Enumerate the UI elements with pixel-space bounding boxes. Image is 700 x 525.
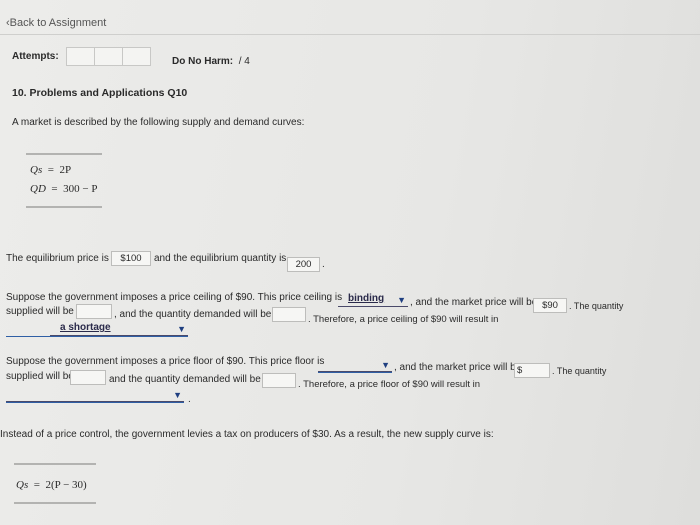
supply-equation: Qs = 2P [30, 164, 72, 176]
ceiling-text-3: . The quantity [569, 301, 624, 311]
demand-equation: QD = 300 − P [30, 183, 98, 195]
ceiling-result-underline [6, 336, 188, 337]
equilibrium-quantity-input[interactable]: 200 [287, 257, 320, 272]
floor-text-3: . The quantity [552, 366, 607, 376]
attempt-indicator-1 [66, 47, 95, 66]
attempts-label: Attempts: [12, 51, 59, 62]
equilibrium-price-input[interactable]: $100 [111, 251, 151, 266]
equilibrium-text-1: The equilibrium price is [6, 253, 109, 264]
equilibrium-text-2: and the equilibrium quantity is [154, 253, 287, 264]
tax-supply-equation: Qs = 2(P − 30) [16, 479, 87, 491]
assignment-page: ‹Back to Assignment Attempts: Do No Harm… [0, 0, 700, 525]
floor-text-4: supplied will be [6, 371, 74, 382]
do-no-harm-score: Do No Harm: / 4 [172, 56, 250, 67]
caret-down-icon: ▼ [397, 295, 406, 305]
ceiling-text-5: , and the quantity demanded will be [114, 309, 272, 320]
floor-binding-dropdown[interactable]: ▼ [318, 358, 392, 372]
ceiling-text-6: . Therefore, a price ceiling of $90 will… [308, 314, 499, 325]
tax-equation-bottom-rule [14, 502, 96, 504]
tax-equation-top-rule [14, 463, 96, 465]
floor-market-price-input[interactable]: $ [514, 363, 550, 378]
floor-period: . [188, 394, 191, 405]
attempt-indicator-3 [122, 47, 151, 66]
question-intro: A market is described by the following s… [12, 117, 305, 128]
ceiling-result-dropdown[interactable]: a shortage ▼ [50, 322, 188, 336]
floor-result-dropdown[interactable]: ▼ [6, 388, 184, 402]
floor-binding-underline [318, 372, 392, 373]
caret-down-icon: ▼ [173, 390, 182, 400]
ceiling-quantity-demanded-input[interactable] [272, 307, 306, 322]
question-title: 10. Problems and Applications Q10 [12, 87, 188, 99]
floor-quantity-demanded-input[interactable] [262, 373, 296, 388]
floor-text-1: Suppose the government imposes a price f… [6, 356, 325, 367]
equilibrium-period: . [322, 259, 325, 270]
floor-text-6: . Therefore, a price floor of $90 will r… [298, 379, 480, 390]
ceiling-binding-dropdown[interactable]: binding ▼ [338, 293, 408, 307]
ceiling-text-4: supplied will be [6, 306, 74, 317]
back-to-assignment-link[interactable]: ‹Back to Assignment [6, 17, 106, 29]
caret-down-icon: ▼ [381, 360, 390, 370]
ceiling-text-2: , and the market price will be [410, 297, 538, 308]
caret-down-icon: ▼ [177, 324, 186, 334]
ceiling-text-1: Suppose the government imposes a price c… [6, 292, 343, 303]
ceiling-market-price-input[interactable]: $90 [533, 298, 567, 313]
floor-result-underline [6, 402, 184, 403]
equation-top-rule [26, 153, 102, 155]
header-divider [0, 34, 700, 35]
ceiling-quantity-supplied-input[interactable] [76, 304, 112, 319]
floor-text-5: and the quantity demanded will be [109, 374, 261, 385]
floor-text-2: , and the market price will be [394, 362, 522, 373]
equation-bottom-rule [26, 206, 102, 208]
tax-text: Instead of a price control, the governme… [0, 429, 494, 440]
floor-quantity-supplied-input[interactable] [70, 370, 106, 385]
attempt-indicator-2 [94, 47, 123, 66]
